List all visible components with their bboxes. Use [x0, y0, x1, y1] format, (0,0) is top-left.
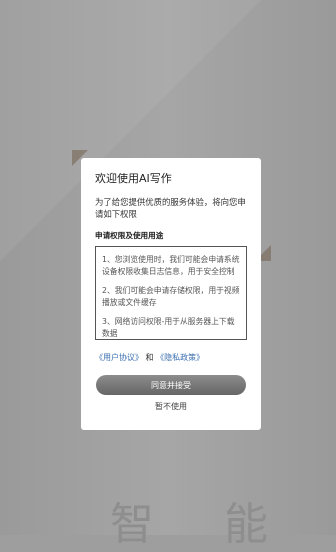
and-text: 和 [145, 353, 154, 362]
permission-dialog: 欢迎使用AI写作 为了给您提供优质的服务体验，将向您申请如下权限 申请权限及使用… [81, 158, 261, 430]
permissions-scroll-box[interactable]: 1、您浏览使用时，我们可能会申请系统设备权限收集日志信息，用于安全控制 2、我们… [95, 246, 247, 340]
dialog-title: 欢迎使用AI写作 [95, 172, 172, 185]
permission-item: 1、您浏览使用时，我们可能会申请系统设备权限收集日志信息，用于安全控制 [102, 255, 240, 276]
decline-button[interactable]: 暂不使用 [95, 401, 247, 412]
agreement-links: 《用户协议》 和 《隐私政策》 [95, 352, 247, 364]
dialog-intro: 为了给您提供优质的服务体验，将向您申请如下权限 [95, 197, 246, 219]
permission-item: 3、网络访问权限-用于从服务器上下载数据 [102, 317, 235, 338]
accept-button[interactable]: 同意并接受 [96, 375, 246, 395]
background-watermark-text: 智 能 [110, 499, 296, 550]
user-agreement-link[interactable]: 《用户协议》 [95, 353, 143, 362]
permission-item: 2、我们可能会申请存储权限，用于视频播放或文件缓存 [102, 286, 240, 307]
privacy-policy-link[interactable]: 《隐私政策》 [156, 353, 204, 362]
permissions-heading: 申请权限及使用用途 [95, 231, 164, 240]
